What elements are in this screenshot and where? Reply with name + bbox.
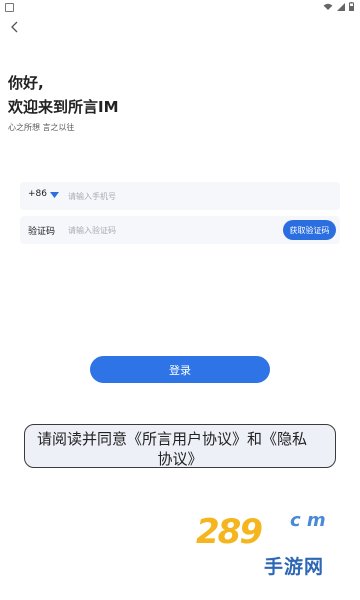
- status-bar: [0, 0, 360, 16]
- signal-icon: [337, 2, 345, 11]
- back-arrow-icon: [11, 21, 18, 33]
- verification-code-input[interactable]: [68, 222, 248, 238]
- phone-input[interactable]: [68, 188, 308, 204]
- phone-field-row: +86: [20, 182, 340, 210]
- watermark-number: 289: [196, 512, 263, 552]
- code-label: 验证码: [28, 227, 56, 237]
- status-icons: [323, 2, 354, 11]
- wifi-icon: [323, 3, 333, 10]
- watermark-com: c m: [290, 510, 326, 531]
- slogan-text: 心之所想 言之以往: [8, 123, 75, 132]
- watermark-cn: 手游网: [264, 556, 325, 578]
- welcome-title: 欢迎来到所言IM: [8, 98, 119, 116]
- notification-icon: [5, 3, 14, 12]
- country-code-selector[interactable]: +86: [28, 189, 47, 199]
- battery-icon: [349, 2, 354, 11]
- watermark-logo: 289 c m 手游网: [196, 506, 352, 582]
- get-code-button[interactable]: 获取验证码: [283, 220, 336, 240]
- code-field-row: 验证码 获取验证码: [20, 216, 340, 244]
- agreement-notice[interactable]: 请阅读并同意《所言用户协议》和《隐私 协议》: [24, 424, 336, 468]
- login-button[interactable]: 登录: [90, 356, 270, 383]
- agreement-text-line1: 请阅读并同意《所言用户协议》和《隐私: [37, 430, 308, 448]
- back-button[interactable]: [4, 16, 26, 38]
- agreement-text-line2: 协议》: [157, 450, 203, 468]
- caret-down-icon[interactable]: [50, 192, 59, 198]
- greeting-text: 你好,: [8, 74, 44, 92]
